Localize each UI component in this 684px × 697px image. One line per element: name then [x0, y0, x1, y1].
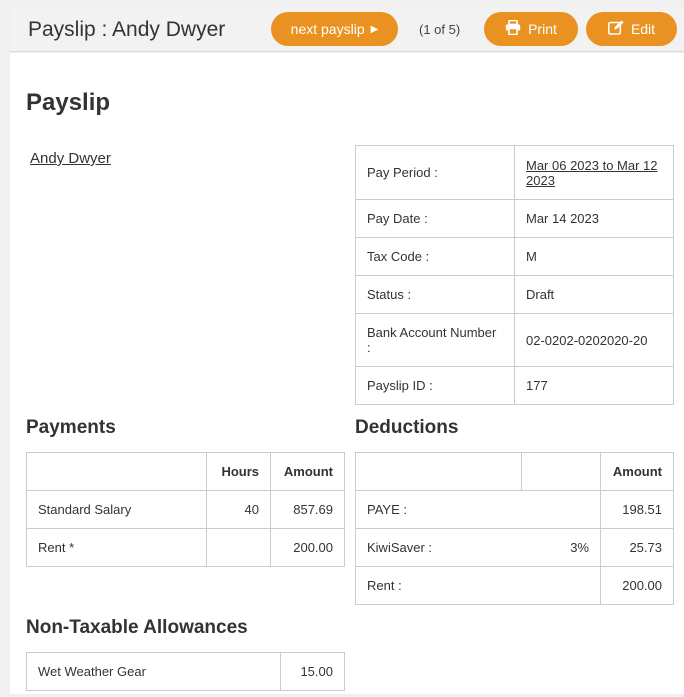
info-value: 02-0202-0202020-20 — [514, 313, 674, 367]
caret-right-icon: ▶ — [370, 23, 379, 35]
payslip-header: Payslip : Andy Dwyer next payslip ▶ (1 o… — [10, 8, 684, 52]
deduction-name: KiwiSaver : — [354, 528, 522, 567]
deductions-header-row: Amount — [354, 452, 674, 491]
edit-button[interactable]: Edit — [586, 12, 677, 46]
info-row-status: Status : Draft — [355, 275, 674, 314]
info-row-payslip-id: Payslip ID : 177 — [355, 366, 674, 405]
table-row: KiwiSaver : 3% 25.73 — [354, 528, 674, 567]
info-label: Pay Date : — [355, 199, 515, 238]
payslip-info-table: Pay Period : Mar 06 2023 to Mar 12 2023 … — [355, 145, 674, 405]
payment-name: Rent * — [26, 528, 207, 567]
info-row-pay-period: Pay Period : Mar 06 2023 to Mar 12 2023 — [355, 145, 674, 200]
print-button[interactable]: Print — [484, 12, 578, 46]
payment-amount: 857.69 — [270, 490, 345, 529]
deduction-rate — [521, 566, 601, 605]
info-row-bank-account: Bank Account Number : 02-0202-0202020-20 — [355, 313, 674, 367]
edit-label: Edit — [630, 21, 656, 37]
info-label: Payslip ID : — [355, 366, 515, 405]
deduction-name: PAYE : — [354, 490, 522, 529]
payment-amount: 200.00 — [270, 528, 345, 567]
payments-header-amount: Amount — [270, 452, 345, 491]
edit-icon — [607, 20, 624, 38]
printer-icon — [505, 19, 521, 38]
payments-header-hours: Hours — [206, 452, 271, 491]
deductions-header-name — [354, 452, 523, 491]
deductions-header-rate — [521, 452, 601, 491]
info-label: Bank Account Number : — [355, 313, 515, 367]
deductions-table: Amount PAYE : 198.51 KiwiSaver : 3% 25.7… — [354, 452, 674, 605]
info-value: 177 — [514, 366, 674, 405]
pay-period-link[interactable]: Mar 06 2023 to Mar 12 2023 — [526, 158, 658, 188]
allowances-title: Non-Taxable Allowances — [26, 617, 248, 638]
page-title: Payslip — [26, 89, 111, 116]
payment-hours: 40 — [206, 490, 271, 529]
info-row-pay-date: Pay Date : Mar 14 2023 — [355, 199, 674, 238]
deduction-rate — [521, 490, 601, 529]
info-value: Draft — [514, 275, 674, 314]
payments-title: Payments — [26, 417, 116, 438]
next-payslip-button[interactable]: next payslip ▶ — [271, 12, 398, 46]
deductions-title: Deductions — [355, 417, 459, 438]
table-row: PAYE : 198.51 — [354, 490, 674, 529]
deduction-amount: 200.00 — [600, 566, 674, 605]
info-value: Mar 14 2023 — [514, 199, 674, 238]
table-row: Rent : 200.00 — [354, 566, 674, 605]
deduction-amount: 198.51 — [600, 490, 674, 529]
table-row: Standard Salary 40 857.69 — [26, 490, 345, 529]
employee-link[interactable]: Andy Dwyer — [30, 150, 111, 167]
payment-hours — [206, 528, 271, 567]
allowances-table: Wet Weather Gear 15.00 — [26, 652, 345, 691]
header-title: Payslip : Andy Dwyer — [28, 18, 226, 41]
payments-table: Hours Amount Standard Salary 40 857.69 R… — [26, 452, 345, 567]
deduction-amount: 25.73 — [600, 528, 674, 567]
next-payslip-label: next payslip — [290, 21, 365, 37]
info-label: Tax Code : — [355, 237, 515, 276]
table-row: Rent * 200.00 — [26, 528, 345, 567]
print-label: Print — [528, 21, 557, 37]
payment-name: Standard Salary — [26, 490, 207, 529]
payments-header-row: Hours Amount — [26, 452, 345, 491]
payslip-counter: (1 of 5) — [419, 22, 461, 37]
deduction-name: Rent : — [354, 566, 522, 605]
payments-header-name — [26, 452, 207, 491]
allowance-amount: 15.00 — [280, 652, 345, 691]
deduction-rate: 3% — [521, 528, 601, 567]
info-row-tax-code: Tax Code : M — [355, 237, 674, 276]
info-value: M — [514, 237, 674, 276]
info-value: Mar 06 2023 to Mar 12 2023 — [514, 145, 674, 200]
deductions-header-amount: Amount — [600, 452, 674, 491]
info-label: Pay Period : — [355, 145, 515, 200]
payslip-panel: Payslip Andy Dwyer Pay Period : Mar 06 2… — [10, 53, 684, 694]
allowance-name: Wet Weather Gear — [26, 652, 281, 691]
table-row: Wet Weather Gear 15.00 — [26, 652, 345, 691]
info-label: Status : — [355, 275, 515, 314]
